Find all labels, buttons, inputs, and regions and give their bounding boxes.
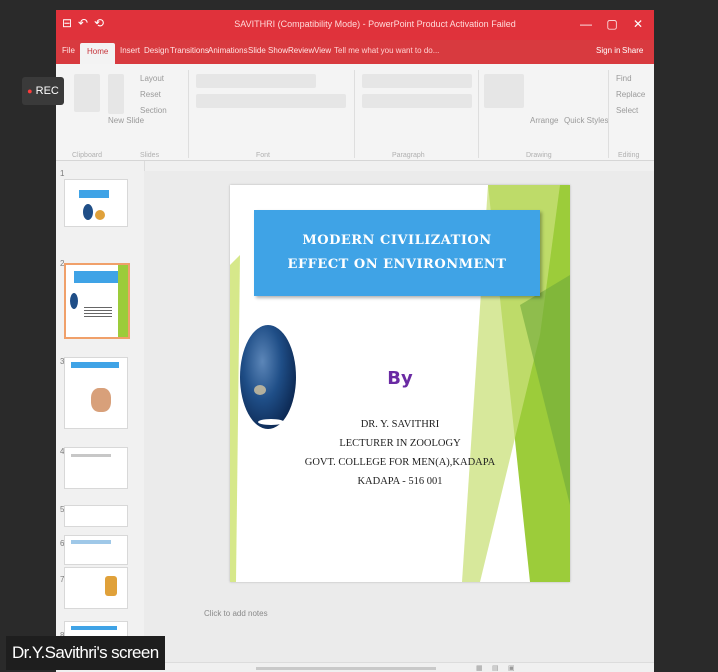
shapes-gallery[interactable] (484, 74, 524, 108)
new-slide-label: New Slide (108, 116, 145, 125)
new-slide-button[interactable] (108, 74, 124, 114)
title-bar: ⊟ ↶ ⟲ SAVITHRI (Compatibility Mode) - Po… (56, 10, 654, 40)
group-slides: Slides (140, 152, 160, 159)
document-title: SAVITHRI (Compatibility Mode) - PowerPoi… (234, 19, 516, 29)
tab-design[interactable]: Design (144, 46, 169, 55)
replace-button[interactable]: Replace (616, 90, 645, 99)
author-city: KADAPA - 516 001 (357, 476, 443, 487)
ribbon-tab-bar: File Home Insert Design Transitions Anim… (56, 40, 654, 64)
save-icon[interactable]: ⊟ (62, 16, 72, 30)
reset-button[interactable]: Reset (140, 90, 161, 99)
sign-in-link[interactable]: Sign in (596, 46, 620, 55)
screen-share-frame: ⊟ ↶ ⟲ SAVITHRI (Compatibility Mode) - Po… (0, 0, 718, 672)
paste-button[interactable] (74, 74, 100, 112)
current-slide[interactable]: MODERN CIVILIZATION EFFECT ON ENVIRONMEN… (230, 185, 570, 582)
normal-view-icon[interactable]: ▦ (476, 664, 483, 672)
undo-icon[interactable]: ↶ (78, 16, 88, 30)
maximize-button[interactable]: ▢ (602, 14, 622, 34)
tab-animations[interactable]: Animations (208, 46, 248, 55)
author-block: DR. Y. SAVITHRI LECTURER IN ZOOLOGY GOVT… (230, 415, 570, 491)
tab-slide-show[interactable]: Slide Show (248, 46, 288, 55)
tab-review[interactable]: Review (288, 46, 314, 55)
font-family-select[interactable] (196, 74, 316, 88)
slide-title-box[interactable]: MODERN CIVILIZATION EFFECT ON ENVIRONMEN… (254, 210, 540, 296)
slide-thumbnails-pane[interactable]: 1 2 3 4 5 6 7 (56, 161, 145, 672)
tab-file[interactable]: File (62, 46, 75, 55)
find-button[interactable]: Find (616, 74, 632, 83)
ribbon-divider (608, 70, 609, 158)
group-font: Font (256, 152, 271, 159)
slide-editor: MODERN CIVILIZATION EFFECT ON ENVIRONMEN… (144, 171, 654, 672)
slide-thumbnail[interactable] (64, 535, 128, 565)
record-dot-icon: ● (27, 86, 33, 96)
tell-me-search[interactable]: Tell me what you want to do... (334, 46, 439, 55)
redo-icon[interactable]: ⟲ (94, 16, 104, 30)
paragraph-align-buttons[interactable] (362, 94, 472, 108)
by-heading: By (387, 368, 413, 389)
ribbon-divider (354, 70, 355, 158)
author-designation: LECTURER IN ZOOLOGY (339, 438, 461, 449)
ribbon-divider (478, 70, 479, 158)
group-paragraph: Paragraph (392, 152, 425, 159)
author-name: DR. Y. SAVITHRI (360, 419, 440, 430)
slide-thumbnail-selected[interactable] (64, 263, 130, 339)
slide-thumbnail[interactable] (64, 567, 128, 609)
powerpoint-window: ⊟ ↶ ⟲ SAVITHRI (Compatibility Mode) - Po… (56, 10, 654, 672)
select-button[interactable]: Select (616, 106, 638, 115)
recording-label: REC (35, 85, 59, 97)
horizontal-ruler (144, 161, 654, 171)
tab-view[interactable]: View (314, 46, 331, 55)
slide-thumbnail[interactable] (64, 505, 128, 527)
group-editing: Editing (618, 152, 640, 159)
tab-insert[interactable]: Insert (120, 46, 140, 55)
slide-number: 1 (60, 169, 65, 178)
paragraph-list-buttons[interactable] (362, 74, 472, 88)
slide-thumbnail[interactable] (64, 179, 128, 227)
slide-sorter-icon[interactable]: ▤ (492, 664, 499, 672)
font-format-buttons[interactable] (196, 94, 346, 108)
close-button[interactable]: ✕ (628, 14, 648, 34)
recording-indicator: ● REC (22, 77, 64, 105)
zoom-slider[interactable] (256, 667, 436, 670)
slide-thumbnail[interactable] (64, 447, 128, 489)
minimize-button[interactable]: — (576, 14, 596, 34)
slide-title: MODERN CIVILIZATION EFFECT ON ENVIRONMEN… (287, 233, 507, 272)
screen-share-label: Dr.Y.Savithri's screen (6, 636, 165, 670)
ribbon-divider (188, 70, 189, 158)
ribbon: New Slide Layout Reset Section Arrange Q… (56, 64, 654, 161)
tab-transitions[interactable]: Transitions (170, 46, 209, 55)
group-clipboard: Clipboard (72, 152, 102, 159)
group-drawing: Drawing (526, 152, 552, 159)
author-college: GOVT. COLLEGE FOR MEN(A),KADAPA (304, 457, 496, 468)
section-button[interactable]: Section (140, 106, 167, 115)
layout-button[interactable]: Layout (140, 74, 164, 83)
quick-styles-button[interactable]: Quick Styles (564, 116, 608, 125)
tab-home[interactable]: Home (80, 43, 116, 64)
notes-placeholder[interactable]: Click to add notes (204, 609, 268, 618)
share-button[interactable]: Share (622, 46, 643, 55)
arrange-button[interactable]: Arrange (530, 116, 558, 125)
slide-thumbnail[interactable] (64, 357, 128, 429)
reading-view-icon[interactable]: ▣ (508, 664, 515, 672)
